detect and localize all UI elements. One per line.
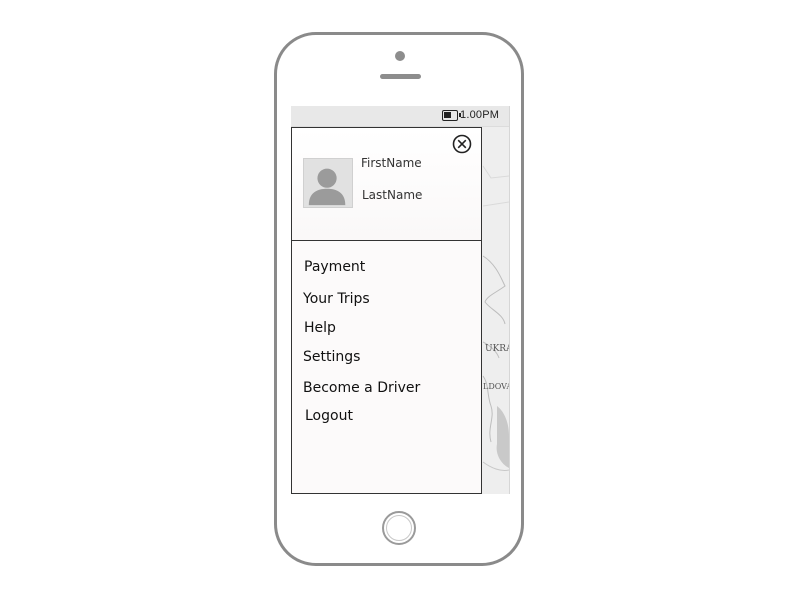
person-icon: [308, 168, 346, 206]
close-icon[interactable]: [452, 134, 472, 154]
menu-item-logout[interactable]: Logout: [305, 408, 353, 424]
map-label-ukraine: UKRA: [485, 344, 510, 354]
mockup-canvas: UKRA LDOVA 1.00PM FirstName LastName Pay…: [0, 0, 800, 600]
menu-item-your-trips[interactable]: Your Trips: [303, 291, 370, 307]
menu-item-settings[interactable]: Settings: [303, 349, 360, 365]
status-time: 1.00PM: [460, 109, 500, 121]
avatar[interactable]: [303, 158, 353, 208]
map-label-moldova: LDOVA: [483, 382, 510, 391]
battery-icon: [442, 110, 461, 121]
menu-item-help[interactable]: Help: [304, 320, 336, 336]
front-camera: [395, 51, 405, 61]
profile-first-name: FirstName: [361, 156, 422, 170]
profile-last-name: LastName: [362, 188, 423, 202]
earpiece-speaker: [380, 74, 421, 79]
menu-item-payment[interactable]: Payment: [304, 259, 365, 275]
home-button[interactable]: [382, 511, 416, 545]
menu-item-become-a-driver[interactable]: Become a Driver: [303, 380, 420, 396]
